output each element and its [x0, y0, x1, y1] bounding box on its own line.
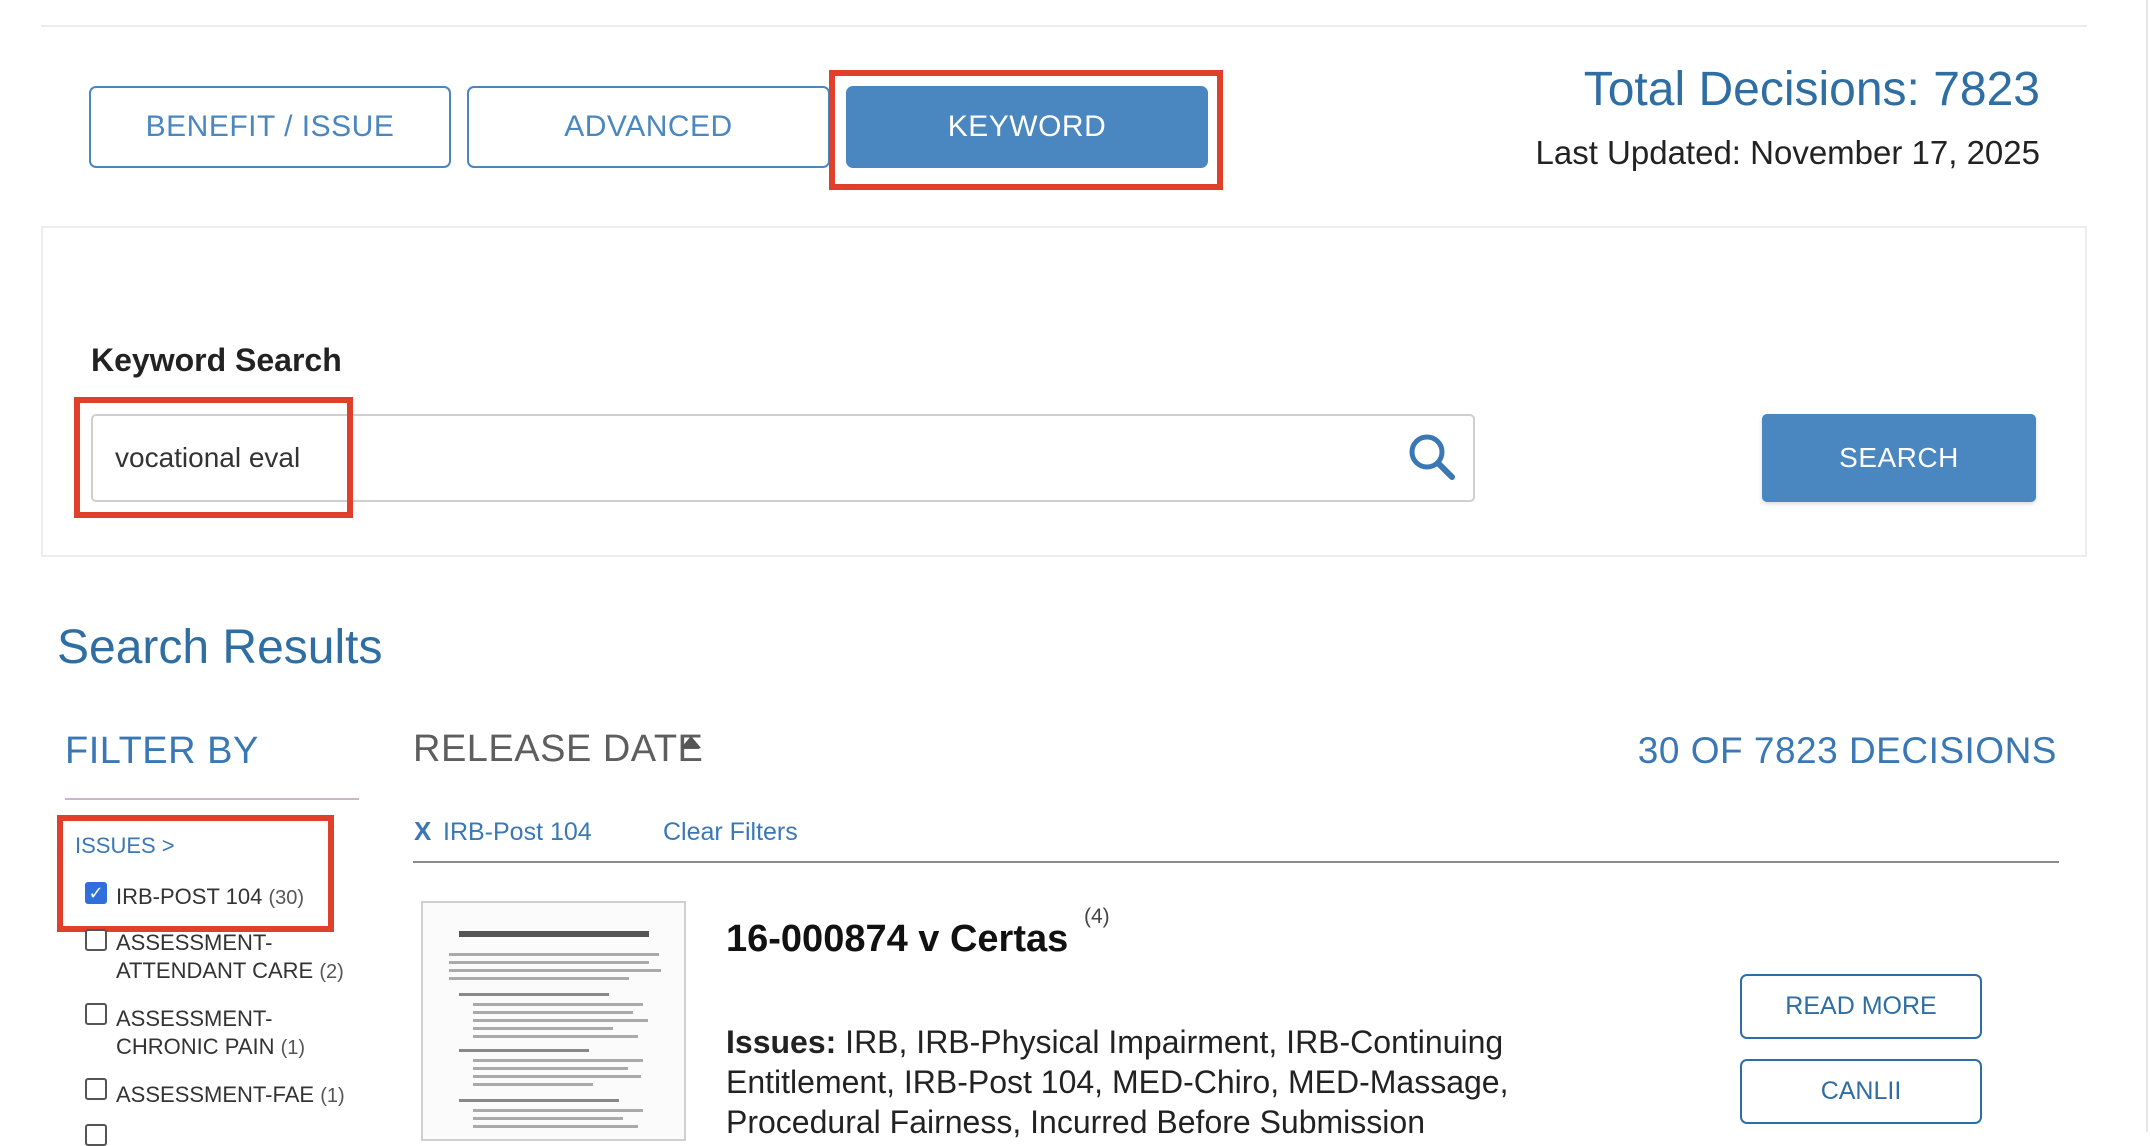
clear-filters-link[interactable]: Clear Filters	[663, 818, 798, 847]
active-filter-chip[interactable]: IRB-Post 104	[443, 818, 592, 847]
case-issues: Issues: IRB, IRB-Physical Impairment, IR…	[726, 1022, 1556, 1142]
filter-option-count: (1)	[320, 1085, 345, 1107]
filter-option-chronic-pain[interactable]: Assessment- Chronic Pain (1)	[116, 1005, 305, 1062]
filter-by-title: FILTER BY	[65, 730, 259, 772]
filter-option-label: Assessment-	[116, 930, 273, 955]
page-edge	[2146, 0, 2148, 1132]
filter-option-fae[interactable]: Assessment-FAE (1)	[116, 1081, 345, 1110]
tab-advanced[interactable]: ADVANCED	[467, 86, 830, 168]
filter-option-label-line2: Chronic Pain	[116, 1034, 275, 1059]
filter-checkbox-irb-post-104[interactable]: ✓	[85, 882, 107, 904]
filter-option-label: Assessment-FAE	[116, 1082, 315, 1107]
canlii-button[interactable]: CANLII	[1740, 1059, 1982, 1124]
issues-list: IRB, IRB-Physical Impairment, IRB-Contin…	[726, 1024, 1509, 1140]
filter-option-attendant-care[interactable]: Assessment- Attendant Care (2)	[116, 929, 344, 986]
tab-benefit-issue[interactable]: BENEFIT / ISSUE	[89, 86, 451, 168]
case-title[interactable]: 16-000874 v Certas	[726, 918, 1068, 961]
filter-checkbox-next[interactable]	[85, 1124, 107, 1146]
case-superscript: (4)	[1084, 905, 1110, 928]
remove-filter-icon[interactable]: X	[414, 816, 431, 847]
issues-label: Issues:	[726, 1024, 837, 1060]
search-panel	[41, 226, 2087, 557]
filter-option-count: (1)	[280, 1037, 306, 1059]
search-icon[interactable]	[1407, 432, 1457, 482]
document-thumbnail[interactable]	[421, 901, 686, 1141]
issues-filter-header[interactable]: ISSUES >	[75, 833, 175, 859]
read-more-button[interactable]: READ MORE	[1740, 974, 1982, 1039]
filter-option-irb-post-104[interactable]: IRB-Post 104 (30)	[116, 883, 304, 912]
filter-option-label: IRB-Post 104	[116, 884, 263, 909]
filter-option-count: (2)	[319, 961, 344, 983]
tab-keyword[interactable]: KEYWORD	[846, 86, 1208, 168]
top-divider	[41, 25, 2087, 27]
filter-divider	[65, 798, 359, 800]
results-divider	[413, 861, 2059, 863]
total-decisions: Total Decisions: 7823	[1583, 63, 2040, 116]
last-updated: Last Updated: November 17, 2025	[1535, 134, 2041, 171]
sort-up-icon[interactable]	[681, 736, 701, 748]
search-results-title: Search Results	[57, 621, 383, 674]
filter-checkbox-fae[interactable]	[85, 1078, 107, 1100]
search-button[interactable]: SEARCH	[1762, 414, 2036, 502]
filter-option-label-line2: Attendant Care	[116, 958, 314, 983]
sort-release-date[interactable]: RELEASE DATE	[413, 728, 703, 771]
filter-option-count: (30)	[268, 887, 305, 909]
filter-checkbox-attendant-care[interactable]	[85, 929, 107, 951]
filter-option-label: Assessment-	[116, 1006, 273, 1031]
results-count: 30 OF 7823 DECISIONS	[1637, 730, 2057, 771]
keyword-search-input[interactable]	[91, 414, 1475, 502]
keyword-search-label: Keyword Search	[91, 342, 342, 378]
filter-checkbox-chronic-pain[interactable]	[85, 1003, 107, 1025]
